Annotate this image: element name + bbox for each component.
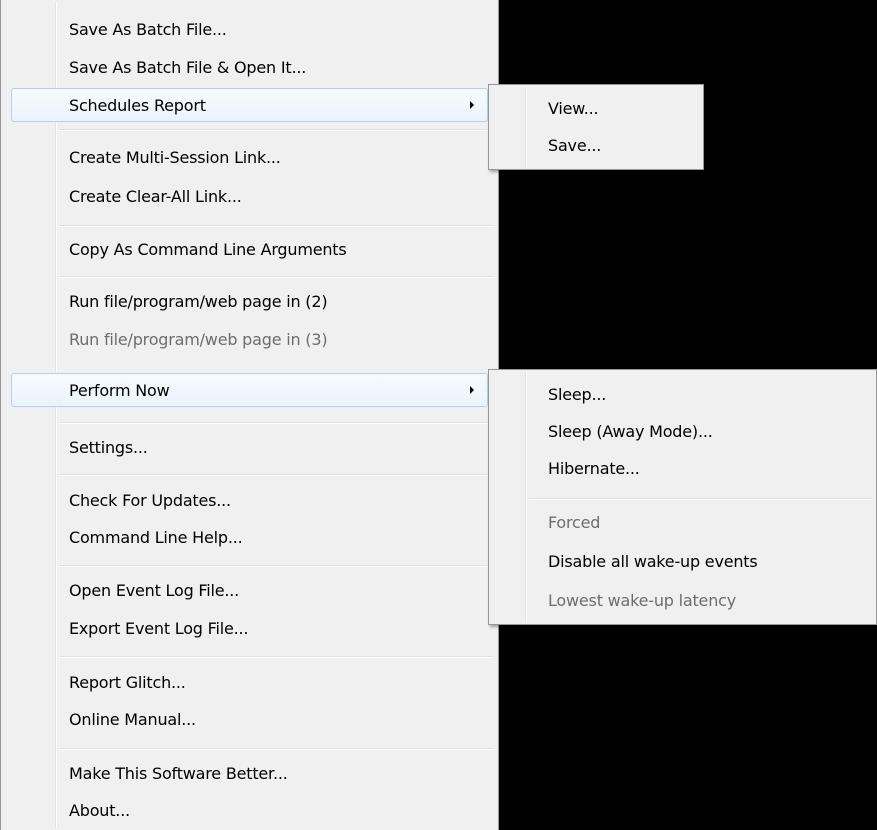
- menu-item-label: Online Manual...: [69, 710, 196, 729]
- submenu-item-save[interactable]: Save...: [491, 129, 701, 163]
- menu-item-save-as-batch-file[interactable]: Save As Batch File...: [3, 13, 496, 47]
- menu-item-label: Lowest wake-up latency: [548, 591, 737, 610]
- menu-separator: [59, 474, 494, 476]
- menu-item-label: Sleep (Away Mode)...: [548, 422, 713, 441]
- menu-item-save-as-batch-file-open[interactable]: Save As Batch File & Open It...: [3, 51, 496, 85]
- menu-separator: [529, 498, 872, 500]
- menu-item-label: Sleep...: [548, 385, 607, 404]
- submenu-arrow-icon: [470, 386, 474, 394]
- menu-item-label: Check For Updates...: [69, 491, 231, 510]
- schedules-report-submenu: View... Save...: [488, 84, 704, 170]
- menu-item-label: Save As Batch File & Open It...: [69, 58, 307, 77]
- menu-item-online-manual[interactable]: Online Manual...: [3, 703, 496, 737]
- menu-item-make-this-software-better[interactable]: Make This Software Better...: [3, 757, 496, 791]
- menu-item-check-for-updates[interactable]: Check For Updates...: [3, 484, 496, 518]
- menu-item-settings[interactable]: Settings...: [3, 431, 496, 465]
- menu-item-create-multi-session-link[interactable]: Create Multi-Session Link...: [3, 141, 496, 175]
- menu-item-label: Create Multi-Session Link...: [69, 148, 281, 167]
- menu-item-label: Copy As Command Line Arguments: [69, 240, 347, 259]
- menu-separator: [59, 565, 494, 567]
- menu-item-label: Open Event Log File...: [69, 581, 240, 600]
- menu-separator: [59, 129, 494, 131]
- menu-separator: [59, 225, 494, 227]
- menu-item-label: Forced: [548, 513, 601, 532]
- menu-item-schedules-report[interactable]: Schedules Report: [11, 88, 488, 122]
- menu-item-label: Save As Batch File...: [69, 20, 227, 39]
- menu-item-label: About...: [69, 801, 130, 820]
- menu-item-report-glitch[interactable]: Report Glitch...: [3, 666, 496, 700]
- menu-separator: [59, 422, 494, 424]
- submenu-item-hibernate[interactable]: Hibernate...: [491, 452, 874, 486]
- menu-item-label: Save...: [548, 136, 602, 155]
- menu-separator: [59, 748, 494, 750]
- submenu-item-lowest-wake-up-latency[interactable]: Lowest wake-up latency: [491, 584, 874, 618]
- submenu-arrow-icon: [470, 101, 474, 109]
- menu-item-label: View...: [548, 99, 599, 118]
- menu-item-label: Export Event Log File...: [69, 619, 249, 638]
- menu-item-run-file-3[interactable]: Run file/program/web page in (3): [3, 323, 496, 357]
- menu-item-label: Schedules Report: [69, 96, 206, 115]
- menu-item-label: Command Line Help...: [69, 528, 243, 547]
- menu-item-label: Report Glitch...: [69, 673, 186, 692]
- menu-item-label: Perform Now: [69, 381, 170, 400]
- menu-item-label: Create Clear-All Link...: [69, 187, 242, 206]
- menu-item-about[interactable]: About...: [3, 794, 496, 828]
- menu-item-label: Run file/program/web page in (3): [69, 330, 328, 349]
- menu-item-label: Hibernate...: [548, 459, 640, 478]
- menu-item-command-line-help[interactable]: Command Line Help...: [3, 521, 496, 555]
- menu-item-label: Make This Software Better...: [69, 764, 288, 783]
- context-menu: Save As Batch File... Save As Batch File…: [0, 0, 499, 830]
- perform-now-submenu: Sleep... Sleep (Away Mode)... Hibernate.…: [488, 369, 877, 625]
- menu-separator: [59, 276, 494, 278]
- menu-item-label: Run file/program/web page in (2): [69, 292, 328, 311]
- submenu-item-forced[interactable]: Forced: [491, 506, 874, 540]
- menu-item-run-file-2[interactable]: Run file/program/web page in (2): [3, 285, 496, 319]
- submenu-item-view[interactable]: View...: [491, 92, 701, 126]
- menu-separator: [59, 656, 494, 658]
- menu-item-open-event-log-file[interactable]: Open Event Log File...: [3, 574, 496, 608]
- menu-item-copy-as-command-line-arguments[interactable]: Copy As Command Line Arguments: [3, 233, 496, 267]
- submenu-item-sleep-away-mode[interactable]: Sleep (Away Mode)...: [491, 415, 874, 449]
- submenu-item-sleep[interactable]: Sleep...: [491, 378, 874, 412]
- menu-item-export-event-log-file[interactable]: Export Event Log File...: [3, 612, 496, 646]
- submenu-item-disable-wake-up-events[interactable]: Disable all wake-up events: [491, 545, 874, 579]
- menu-item-create-clear-all-link[interactable]: Create Clear-All Link...: [3, 180, 496, 214]
- menu-item-label: Disable all wake-up events: [548, 552, 758, 571]
- menu-item-perform-now[interactable]: Perform Now: [11, 373, 488, 407]
- menu-item-label: Settings...: [69, 438, 148, 457]
